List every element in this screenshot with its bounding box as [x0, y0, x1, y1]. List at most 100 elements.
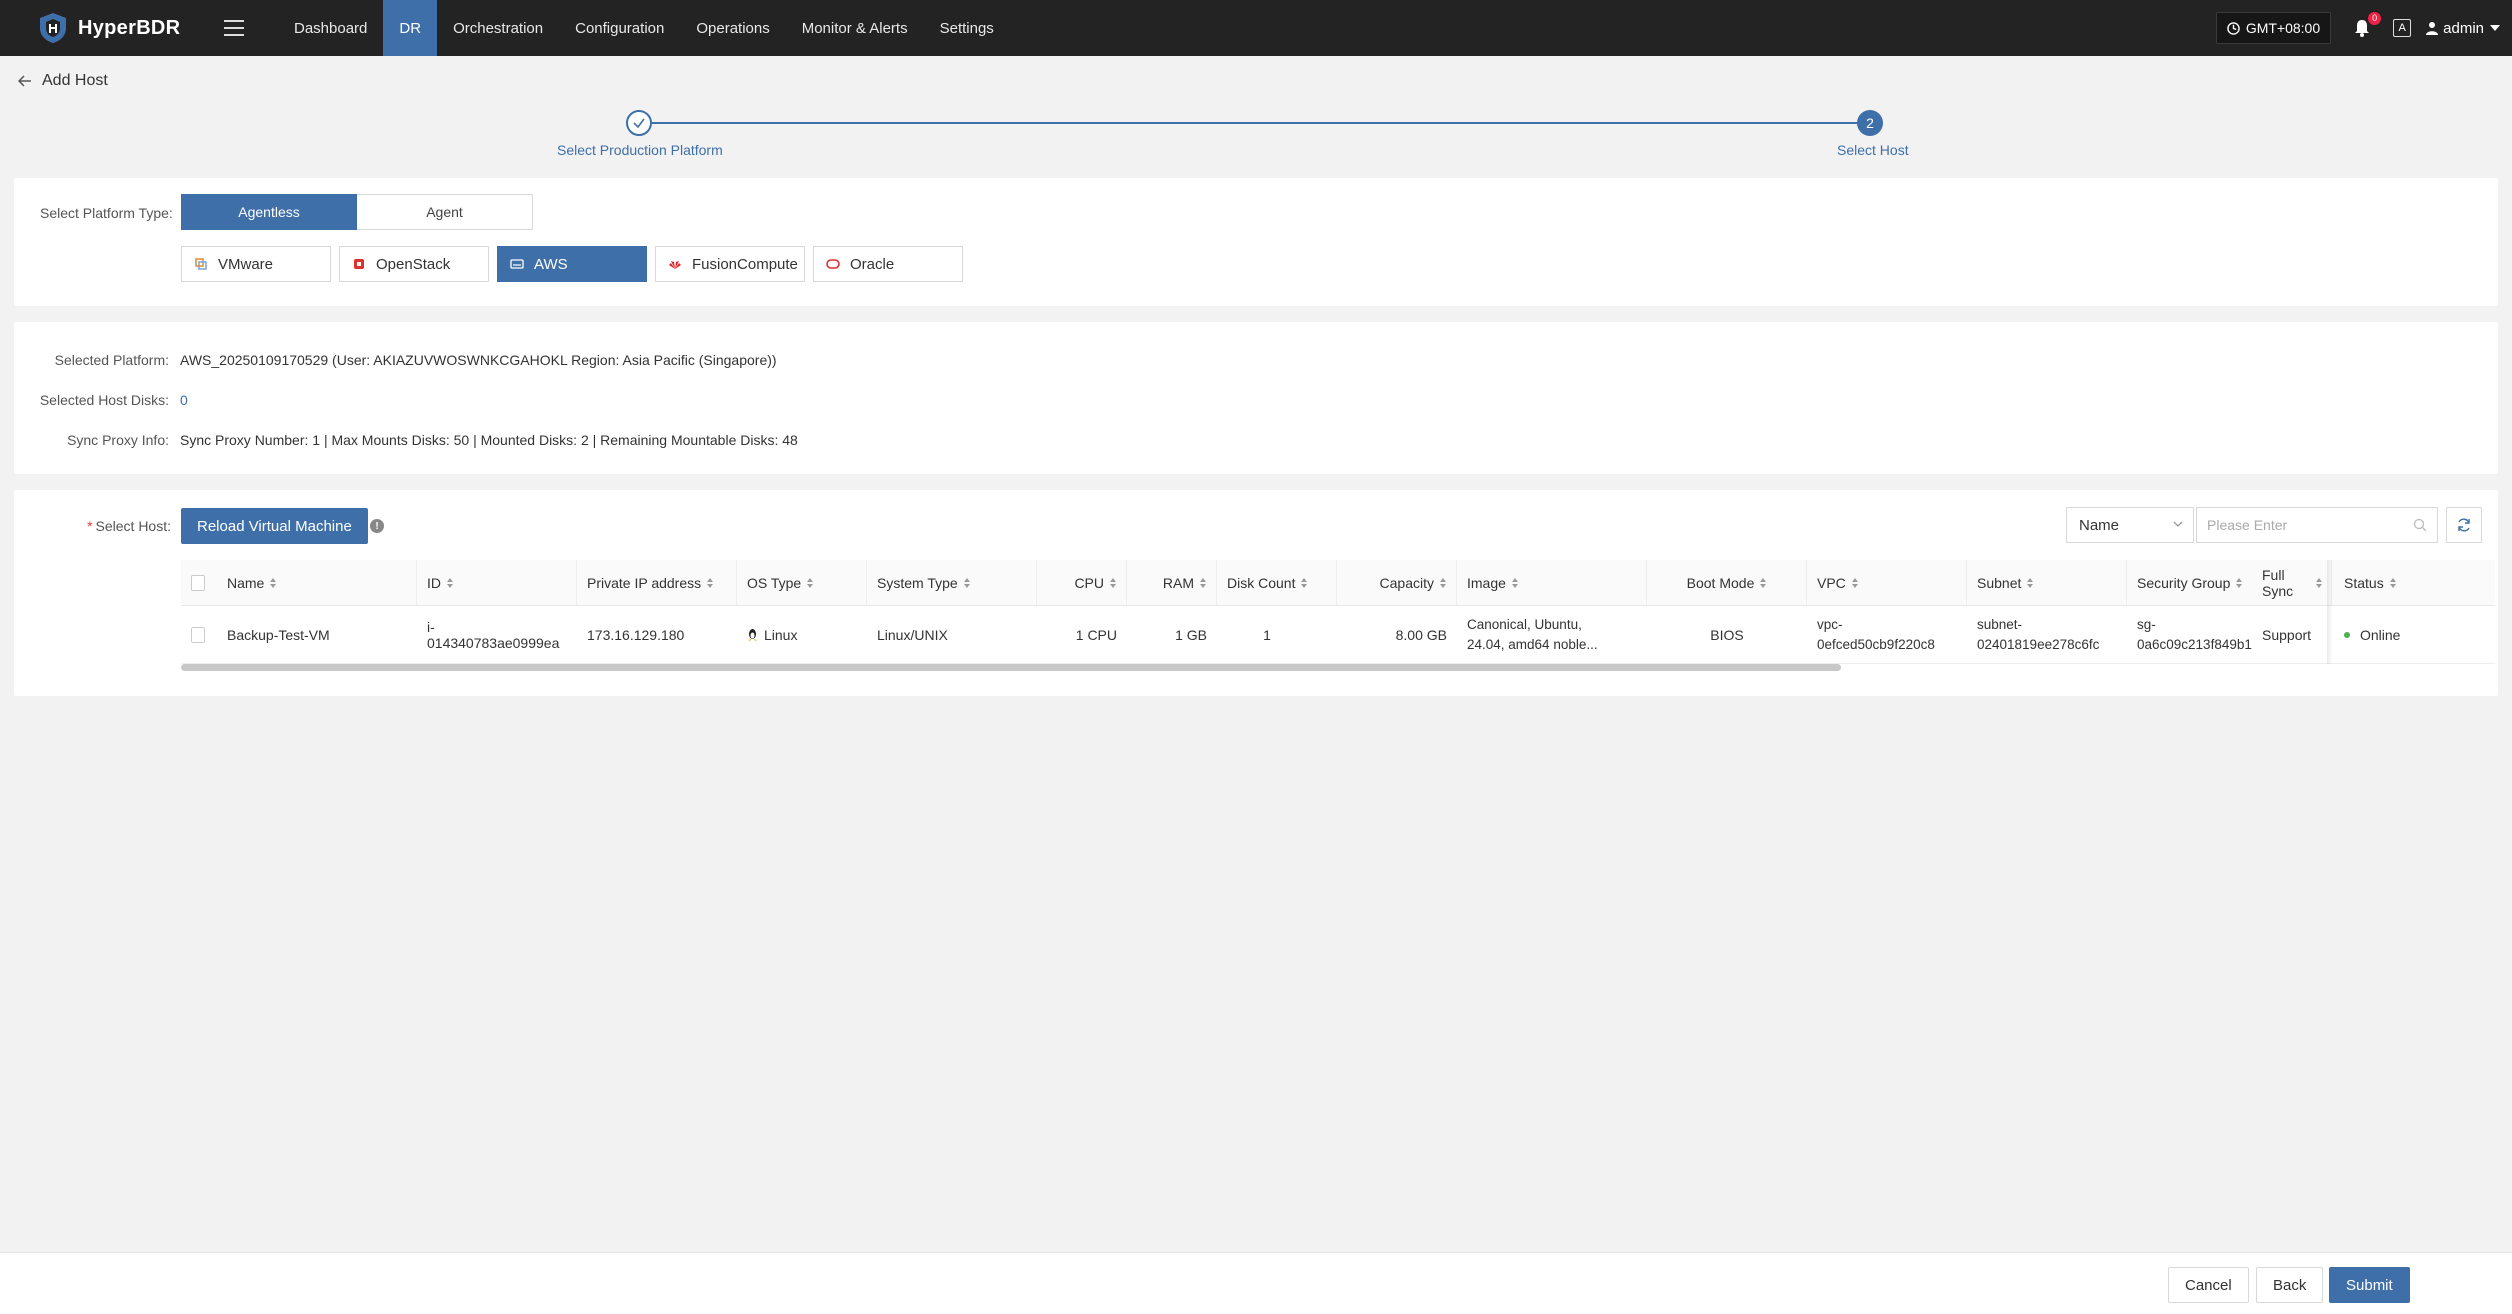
step-1-label: Select Production Platform — [557, 142, 723, 158]
col-ram[interactable]: RAM — [1127, 560, 1217, 605]
platform-aws[interactable]: AWS — [497, 246, 647, 282]
nav-orchestration[interactable]: Orchestration — [437, 0, 559, 56]
table-header: Name ID Private IP address OS Type Syste… — [181, 560, 2495, 606]
selection-info-card: Selected Platform: AWS_20250109170529 (U… — [14, 322, 2498, 474]
platform-label: FusionCompute — [692, 255, 798, 273]
info-icon[interactable]: ! — [370, 519, 384, 533]
step-1-check-icon — [626, 110, 652, 136]
sort-icon — [1301, 577, 1308, 588]
table-row[interactable]: Backup-Test-VM i-014340783ae0999ea 173.1… — [181, 606, 2495, 664]
col-image[interactable]: Image — [1457, 560, 1647, 605]
sort-icon — [2316, 577, 2322, 588]
footer-actions: Cancel Back Submit — [0, 1252, 2512, 1314]
col-cpu[interactable]: CPU — [1037, 560, 1127, 605]
select-host-card: * Select Host: Reload Virtual Machine ! N… — [14, 490, 2498, 696]
timezone-display[interactable]: GMT+08:00 — [2215, 12, 2332, 44]
col-private-ip[interactable]: Private IP address — [577, 560, 737, 605]
selected-disks-value[interactable]: 0 — [180, 392, 188, 408]
selected-platform-label: Selected Platform: — [54, 352, 169, 368]
step-2-label: Select Host — [1837, 142, 1909, 158]
platform-type-card: Select Platform Type: Agentless Agent VM… — [14, 178, 2498, 306]
back-button[interactable]: Back — [2256, 1267, 2324, 1303]
col-subnet[interactable]: Subnet — [1967, 560, 2127, 605]
sort-icon — [2236, 577, 2243, 588]
agentless-option[interactable]: Agentless — [181, 194, 357, 230]
openstack-icon — [352, 257, 366, 271]
page-title: Add Host — [42, 72, 108, 89]
col-disk-count[interactable]: Disk Count — [1217, 560, 1337, 605]
cell-vpc: vpc- 0efced50cb9f220c8 — [1817, 616, 1935, 652]
col-vpc[interactable]: VPC — [1807, 560, 1967, 605]
huawei-icon — [668, 257, 682, 271]
cancel-button[interactable]: Cancel — [2168, 1267, 2249, 1303]
sort-icon — [1511, 577, 1518, 588]
vmware-icon — [194, 257, 208, 271]
col-system-type[interactable]: System Type — [867, 560, 1037, 605]
sort-icon — [2389, 577, 2396, 588]
page-header: Add Host — [18, 72, 108, 90]
sort-icon — [1760, 577, 1767, 588]
app-logo[interactable]: HyperBDR — [36, 11, 206, 45]
platform-vmware[interactable]: VMware — [181, 246, 331, 282]
step-connector — [651, 122, 1870, 124]
hyperbdr-logo-icon — [40, 13, 66, 43]
platform-type-label: Select Platform Type: — [40, 205, 173, 221]
col-os-type[interactable]: OS Type — [737, 560, 867, 605]
refresh-button[interactable] — [2446, 507, 2482, 543]
cell-system-type: Linux/UNIX — [877, 626, 948, 643]
col-status[interactable]: Status — [2334, 560, 2495, 605]
aws-icon — [510, 257, 524, 271]
status-text: Online — [2360, 626, 2401, 643]
row-checkbox[interactable] — [191, 626, 205, 643]
cell-ram: 1 GB — [1175, 626, 1207, 643]
col-name[interactable]: Name — [217, 560, 417, 605]
col-boot-mode[interactable]: Boot Mode — [1647, 560, 1807, 605]
filter-field-select[interactable]: Name — [2066, 507, 2194, 543]
cell-disk-count: 1 — [1263, 626, 1271, 643]
platform-openstack[interactable]: OpenStack — [339, 246, 489, 282]
select-all-checkbox[interactable] — [191, 574, 205, 591]
sort-icon — [707, 577, 714, 588]
nav-dr[interactable]: DR — [383, 0, 438, 56]
language-icon[interactable]: A — [2393, 19, 2412, 37]
cell-image: Canonical, Ubuntu, 24.04, amd64 noble... — [1467, 616, 1598, 652]
filter-field-value: Name — [2079, 516, 2120, 534]
nav-settings[interactable]: Settings — [924, 0, 1010, 56]
cell-name: Backup-Test-VM — [227, 626, 330, 643]
select-all-cell — [181, 560, 215, 605]
cell-id: i-014340783ae0999ea — [427, 618, 560, 651]
col-full-sync[interactable]: Full Sync — [2252, 560, 2332, 605]
wizard-steps: Select Production Platform 2 Select Host — [0, 108, 2512, 168]
sort-icon — [1440, 577, 1446, 588]
timezone-label: GMT+08:00 — [2245, 20, 2321, 36]
agent-option[interactable]: Agent — [357, 194, 533, 230]
nav-configuration[interactable]: Configuration — [559, 0, 680, 56]
platform-oracle[interactable]: Oracle — [813, 246, 963, 282]
reload-vm-button[interactable]: Reload Virtual Machine — [181, 508, 368, 544]
nav-monitor-alerts[interactable]: Monitor & Alerts — [786, 0, 924, 56]
sort-icon — [270, 577, 277, 588]
col-id[interactable]: ID — [417, 560, 577, 605]
refresh-icon — [2458, 518, 2470, 532]
step-2-number: 2 — [1857, 110, 1883, 136]
notifications-button[interactable]: 0 — [2353, 12, 2382, 38]
menu-toggle-icon[interactable] — [224, 20, 244, 36]
selected-platform-value: AWS_20250109170529 (User: AKIAZUVWOSWNKC… — [180, 352, 777, 368]
host-table: Name ID Private IP address OS Type Syste… — [181, 560, 2495, 664]
nav-dashboard[interactable]: Dashboard — [278, 0, 383, 56]
sync-proxy-value: Sync Proxy Number: 1 | Max Mounts Disks:… — [180, 432, 798, 448]
chevron-down-icon — [2173, 521, 2183, 527]
platform-type-toggle: Agentless Agent — [181, 194, 533, 230]
nav-operations[interactable]: Operations — [680, 0, 785, 56]
submit-button[interactable]: Submit — [2329, 1267, 2410, 1303]
search-input[interactable]: Please Enter — [2196, 507, 2438, 543]
platform-fusioncompute[interactable]: FusionCompute — [655, 246, 805, 282]
user-menu[interactable]: admin — [2425, 20, 2500, 37]
row-select-cell — [181, 606, 215, 663]
selected-disks-label: Selected Host Disks: — [39, 392, 169, 408]
horizontal-scrollbar[interactable] — [181, 664, 1841, 671]
col-capacity[interactable]: Capacity — [1337, 560, 1457, 605]
user-icon — [2426, 22, 2439, 35]
cell-capacity: 8.00 GB — [1395, 626, 1447, 643]
back-arrow-icon[interactable] — [18, 75, 32, 87]
